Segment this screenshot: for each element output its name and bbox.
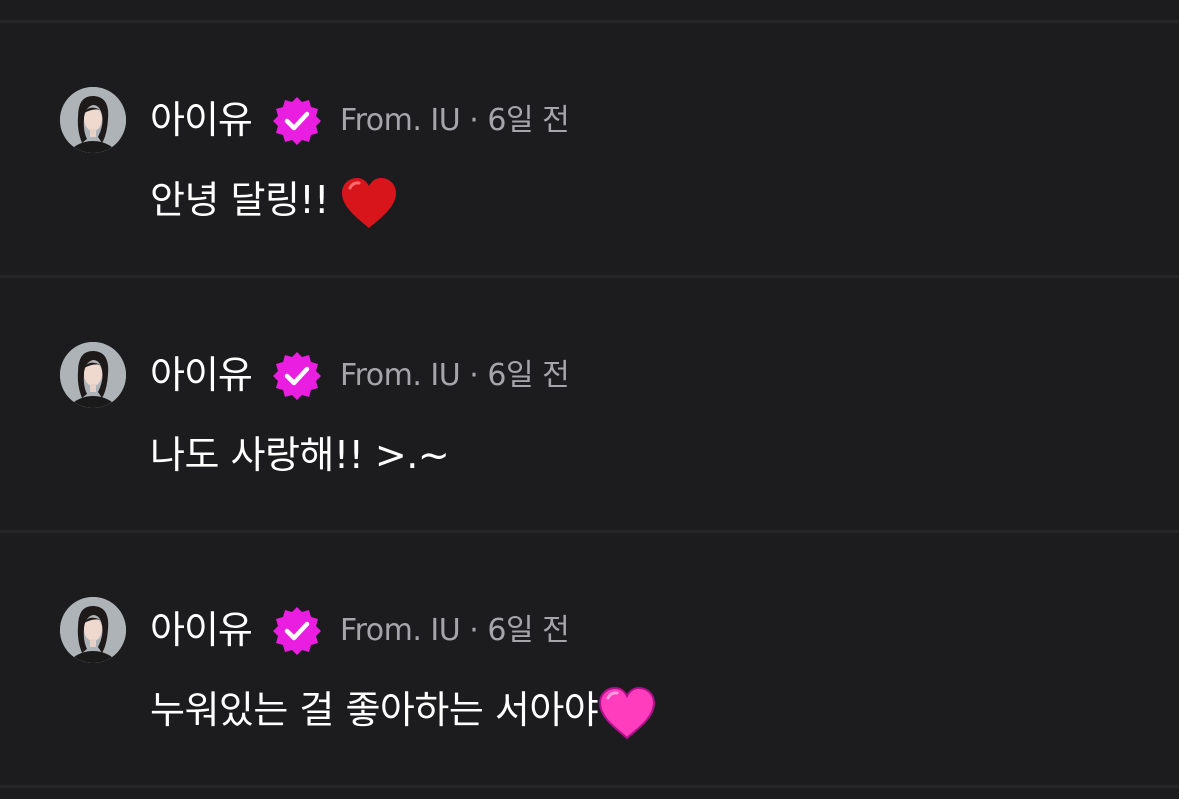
- message-text: 안녕 달링!!: [150, 173, 398, 230]
- message-item: 아이유 From. IU · 6일 전 누워있는 걸 좋아하는 서아야: [0, 533, 1179, 785]
- avatar[interactable]: [60, 597, 126, 663]
- timestamp: 6일 전: [487, 613, 570, 648]
- message-item: 아이유 From. IU · 6일 전 나도 사랑해!! >.~: [0, 278, 1179, 530]
- timestamp: 6일 전: [487, 358, 570, 393]
- author-name[interactable]: 아이유: [150, 95, 253, 145]
- meta-separator: ·: [469, 613, 479, 648]
- author-name[interactable]: 아이유: [150, 350, 253, 400]
- red-heart-icon: [340, 176, 398, 230]
- verified-badge-icon: [272, 606, 322, 656]
- timestamp: 6일 전: [487, 103, 570, 138]
- meta-separator: ·: [469, 103, 479, 138]
- verified-badge-icon: [272, 96, 322, 146]
- verified-badge-icon: [272, 351, 322, 401]
- bottom-divider: [0, 785, 1179, 788]
- meta-separator: ·: [469, 358, 479, 393]
- author-name[interactable]: 아이유: [150, 605, 253, 655]
- source-label: From. IU: [340, 358, 461, 393]
- message-meta: From. IU · 6일 전: [340, 101, 570, 141]
- message-meta: From. IU · 6일 전: [340, 356, 570, 396]
- pink-heart-icon: [598, 686, 656, 740]
- message-item: 아이유 From. IU · 6일 전 안녕 달링!!: [0, 23, 1179, 275]
- message-text: 누워있는 걸 좋아하는 서아야: [150, 683, 656, 740]
- message-body: 나도 사랑해!! >.~: [150, 433, 450, 477]
- message-text: 나도 사랑해!! >.~: [150, 428, 450, 482]
- message-meta: From. IU · 6일 전: [340, 611, 570, 651]
- message-body: 누워있는 걸 좋아하는 서아야: [150, 688, 599, 732]
- source-label: From. IU: [340, 103, 461, 138]
- avatar[interactable]: [60, 342, 126, 408]
- avatar[interactable]: [60, 87, 126, 153]
- message-body: 안녕 달링!!: [150, 178, 341, 222]
- source-label: From. IU: [340, 613, 461, 648]
